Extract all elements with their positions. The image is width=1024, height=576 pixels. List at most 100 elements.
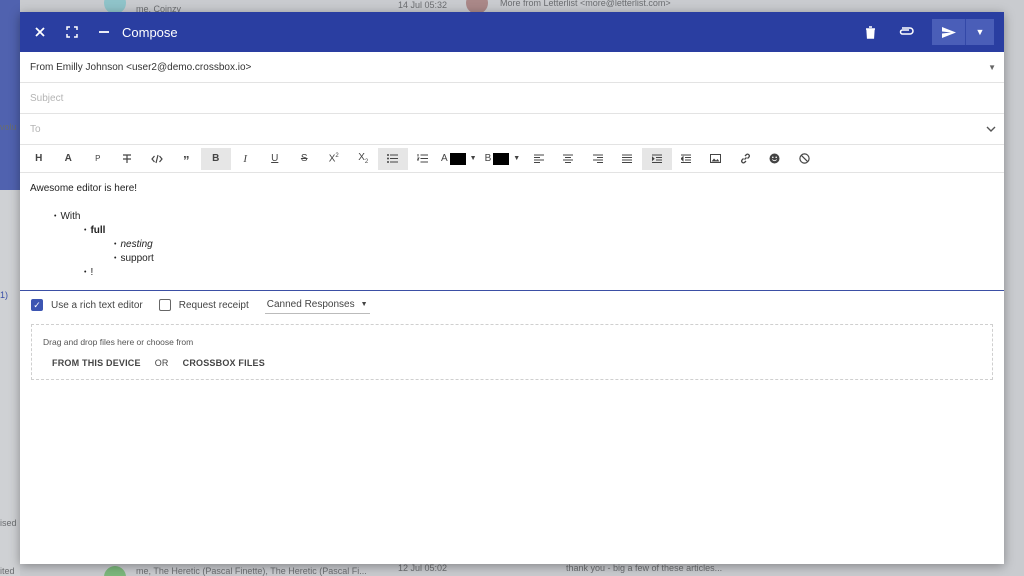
bullet-list-button[interactable] [378,147,408,170]
bold-icon: B [212,153,220,164]
close-button[interactable] [24,12,56,52]
align-center-button[interactable] [554,148,584,170]
subject-placeholder: Subject [30,92,64,104]
background-partial-text: volu [0,122,17,132]
crossbox-files-button[interactable]: CROSSBOX FILES [183,358,265,368]
compose-title: Compose [122,24,178,40]
outdent-button[interactable] [672,148,702,170]
rich-text-checkbox[interactable]: ✓ [31,299,43,311]
caret-down-icon[interactable]: ▼ [988,63,996,72]
send-group: ▼ [932,19,994,45]
underline-button[interactable]: U [260,148,290,170]
from-value: From Emilly Johnson <user2@demo.crossbox… [30,61,252,73]
dropzone-hint: Drag and drop files here or choose from [43,337,194,347]
background-list-item: me, The Heretic (Pascal Finette), The He… [136,566,367,576]
attachment-dropzone[interactable]: Drag and drop files here or choose from … [31,324,993,380]
bold-button[interactable]: B [201,147,231,170]
request-receipt-checkbox[interactable] [158,299,171,311]
send-button[interactable] [932,19,966,45]
clear-format-button[interactable] [113,148,143,170]
align-left-button[interactable] [524,148,554,170]
message-body-editor[interactable]: Awesome editor is here! With full nestin… [20,173,1004,291]
background-time: 14 Jul 05:32 [398,0,448,10]
to-field[interactable]: To [20,114,1004,145]
text-color-picker[interactable]: A ▼ [437,152,481,165]
rich-text-option[interactable]: ✓ Use a rich text editor [31,299,143,311]
chevron-down-icon[interactable] [986,123,996,135]
caret-down-icon: ▼ [469,155,477,162]
quote-icon: ” [183,153,190,168]
paperclip-icon [899,27,914,35]
background-color-swatch [493,152,510,165]
send-options-button[interactable]: ▼ [966,19,994,45]
numbered-list-button[interactable] [408,148,438,170]
canned-responses-select[interactable]: Canned Responses ▼ [264,297,370,314]
superscript-button[interactable]: X2 [319,148,349,170]
insert-link-button[interactable] [731,148,761,170]
fullscreen-icon [66,26,78,38]
canned-responses-label: Canned Responses [266,298,355,310]
background-time: 12 Jul 05:02 [398,563,448,573]
emoji-icon [769,153,780,164]
paragraph-button[interactable]: P [83,148,113,170]
attach-button[interactable] [890,12,922,52]
fullscreen-button[interactable] [56,12,88,52]
header-actions: ▼ [854,12,994,52]
list-item: ! [84,267,93,278]
send-icon [941,26,956,38]
numbered-list-icon [416,154,428,163]
background-partial-text: 1) [0,290,9,300]
rich-text-label: Use a rich text editor [51,299,143,311]
indent-button[interactable] [642,147,672,170]
delete-button[interactable] [854,12,886,52]
background-partial-text: ited [0,566,15,576]
attachment-sources: FROM THIS DEVICE OR CROSSBOX FILES [52,358,265,368]
list-item-text: full [90,225,106,236]
align-right-icon [592,154,603,163]
subject-field[interactable]: Subject [20,83,1004,114]
justify-icon [622,154,633,163]
minimize-icon [99,31,109,33]
italic-button[interactable]: I [231,148,261,170]
text-color-swatch [449,152,466,165]
list-item-text: nesting [120,239,153,250]
close-icon [35,27,45,37]
request-receipt-option[interactable]: Request receipt [158,299,249,311]
list-item: support [114,253,153,264]
clear-formatting-button[interactable] [790,148,820,170]
list-item: full [84,225,105,236]
image-icon [710,154,722,163]
font-button[interactable]: A [54,148,84,170]
avatar [104,566,126,576]
quote-button[interactable]: ” [172,148,202,170]
italic-icon: I [243,152,248,165]
heading-button[interactable]: H [24,148,54,170]
background-partial-text: ised [0,518,17,528]
background-color-picker[interactable]: B ▼ [481,152,525,165]
compose-header: Compose ▼ [20,12,1004,52]
align-right-button[interactable] [583,148,613,170]
formatting-toolbar: H A P ” B I U S X2 X2 A ▼ B ▼ [20,145,1004,173]
list-item: With [54,211,80,222]
subscript-button[interactable]: X2 [349,148,379,170]
from-field[interactable]: From Emilly Johnson <user2@demo.crossbox… [20,52,1004,83]
justify-button[interactable] [613,148,643,170]
heading-icon: H [35,153,43,164]
emoji-button[interactable] [760,148,790,170]
code-button[interactable] [142,148,172,170]
background-color-label: B [484,153,492,164]
background-sidebar [0,0,20,576]
from-device-button[interactable]: FROM THIS DEVICE [52,358,141,368]
insert-image-button[interactable] [701,148,731,170]
compose-window: Compose ▼ From Emilly Johnson <user2@dem… [20,12,1004,564]
or-separator: OR [154,358,169,368]
indent-icon [651,154,662,163]
request-receipt-label: Request receipt [178,299,249,311]
underline-icon: U [271,153,279,164]
background-list-item: thank you - big a few of these articles.… [566,563,723,573]
minimize-button[interactable] [88,12,120,52]
strikethrough-button[interactable]: S [290,148,320,170]
text-color-label: A [441,153,448,164]
background-sidebar-header [0,0,20,190]
outdent-icon [681,154,692,163]
